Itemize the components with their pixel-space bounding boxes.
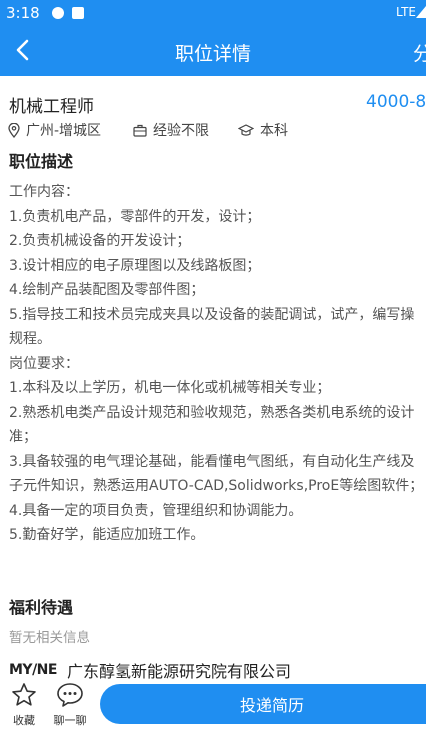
description-line: 2.熟悉机电类产品设计规范和验收规范，熟悉各类机电系统的设计: [9, 404, 415, 421]
welfare-empty-text: 暂无相关信息: [9, 630, 90, 646]
chat-button[interactable]: 聊一聊: [50, 682, 90, 728]
job-education: 本科: [238, 120, 288, 140]
apply-resume-button[interactable]: 投递简历: [100, 684, 426, 724]
job-experience: 经验不限: [133, 120, 209, 140]
description-line: 规程。: [9, 331, 51, 347]
company-row[interactable]: MY/NE 广东醇氢新能源研究院有限公司: [9, 658, 291, 682]
location-pin-icon: [8, 122, 20, 138]
signal-icon: [416, 6, 426, 18]
salary: 4000-80: [366, 92, 426, 112]
star-icon: [12, 683, 36, 706]
job-title: 机械工程师: [9, 97, 94, 117]
job-location: 广州-增城区: [8, 120, 101, 140]
notification-icon: [52, 7, 64, 19]
company-name: 广东醇氢新能源研究院有限公司: [66, 662, 291, 681]
sim-card-icon: [72, 7, 84, 19]
graduation-cap-icon: [238, 123, 254, 136]
education-text: 本科: [260, 123, 288, 139]
description-line: 工作内容：: [9, 184, 79, 200]
app-header: 职位详情 分: [0, 26, 426, 76]
description-heading: 职位描述: [9, 152, 74, 171]
favorite-label: 收藏: [13, 714, 35, 727]
description-line: 1.负责机电产品，零部件的开发，设计；: [9, 208, 261, 225]
chat-bubble-icon: [57, 683, 83, 707]
briefcase-icon: [133, 124, 147, 137]
description-line: 岗位要求：: [9, 355, 79, 372]
description-line: 5.勤奋好学，能适应加班工作。: [9, 527, 205, 543]
favorite-button[interactable]: 收藏: [4, 682, 44, 728]
job-description: 工作内容： 1.负责机电产品，零部件的开发，设计； 2.负责机械设备的开发设计；…: [9, 180, 426, 548]
experience-text: 经验不限: [153, 123, 209, 139]
description-line: 3.设计相应的电子原理图以及线路板图；: [9, 257, 261, 274]
welfare-heading: 福利待遇: [9, 598, 74, 617]
description-line: 子元件知识，熟悉运用AUTO-CAD,Solidworks,ProE等绘图软件；: [9, 478, 424, 494]
status-time: 3:18: [6, 4, 40, 22]
location-text: 广州-增城区: [26, 123, 102, 139]
share-button[interactable]: 分: [413, 39, 426, 66]
status-bar: 3:18 LTE: [0, 0, 426, 26]
description-line: 4.具备一定的项目负责，管理组织和协调能力。: [9, 502, 303, 519]
bottom-action-bar: 收藏 聊一聊 投递简历: [0, 682, 426, 741]
description-line: 5.指导技工和技术员完成夹具以及设备的装配调试，试产，编写操: [9, 306, 415, 323]
description-line: 4.绘制产品装配图及零部件图；: [9, 282, 205, 298]
description-line: 3.具备较强的电气理论基础，能看懂电气图纸，有自动化生产线及: [9, 453, 415, 470]
description-line: 1.本科及以上学历，机电一体化或机械等相关专业；: [9, 380, 331, 396]
network-type: LTE: [396, 5, 416, 19]
company-logo: MY/NE: [9, 662, 57, 678]
description-line: 准；: [9, 429, 37, 445]
page-title: 职位详情: [174, 43, 251, 65]
chat-label: 聊一聊: [53, 714, 87, 727]
description-line: 2.负责机械设备的开发设计；: [9, 233, 191, 249]
